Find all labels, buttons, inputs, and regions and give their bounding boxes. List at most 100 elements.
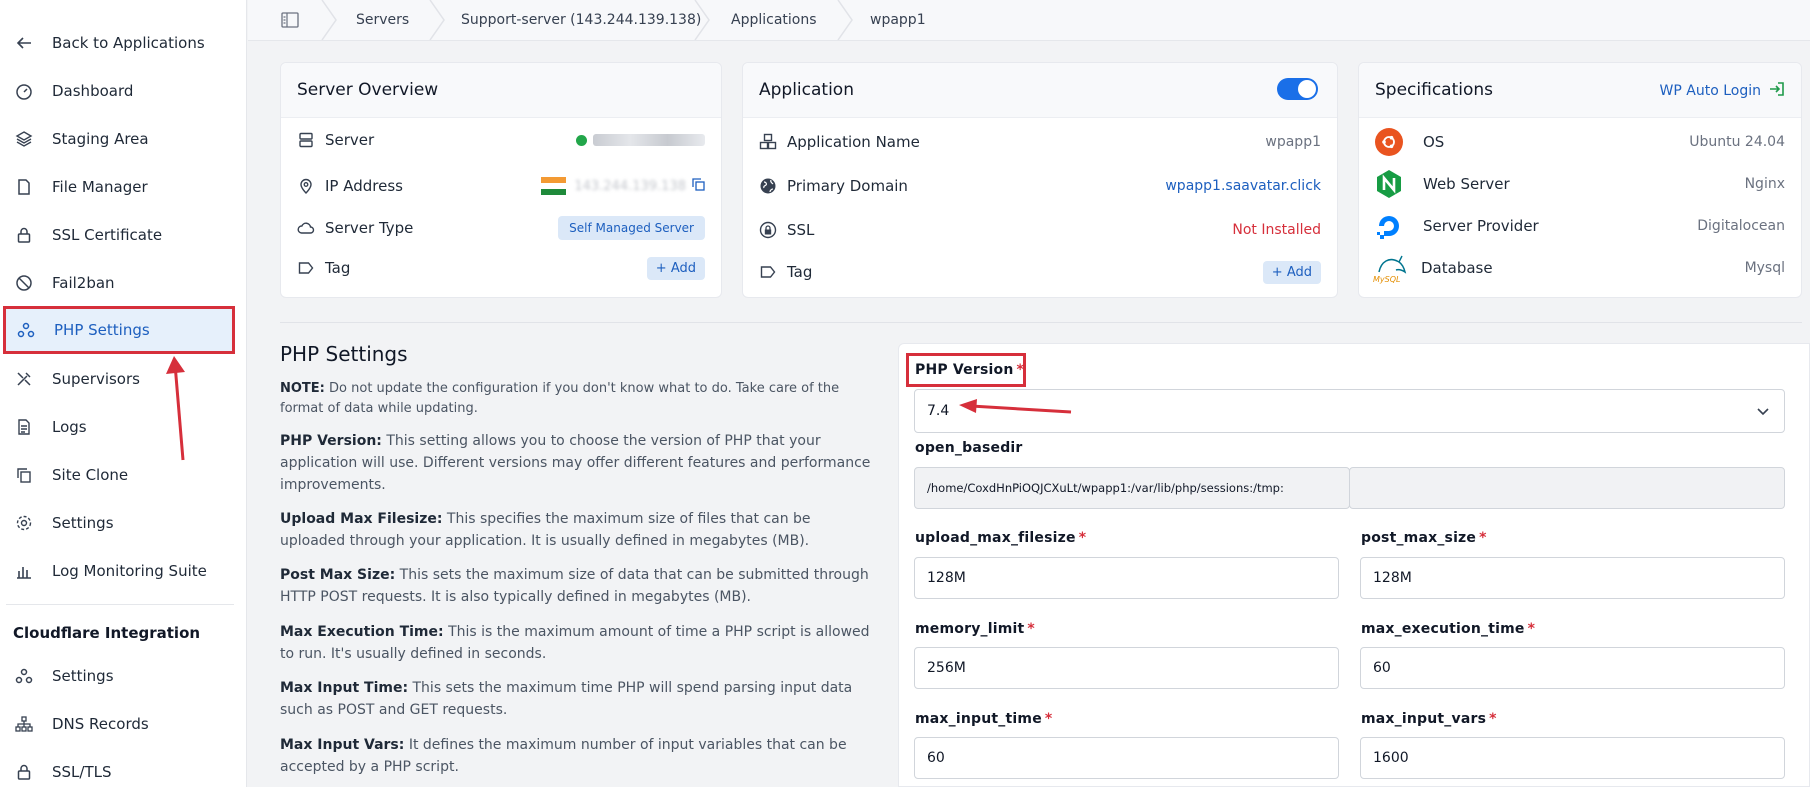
card-header: Specifications WP Auto Login [1359,63,1801,118]
open-basedir-input[interactable]: /home/CoxdHnPiOQJCXuLt/wpapp1:/var/lib/p… [914,467,1350,509]
max-execution-time-input[interactable]: 60 [1360,647,1785,689]
desc-head: Max Execution Time: [280,624,444,640]
cubes-icon [759,133,777,151]
lock-icon [14,225,34,245]
ssl-label: SSL [787,221,815,239]
add-tag-button[interactable]: + Add [646,256,705,280]
sidebar-item-log-monitoring[interactable]: Log Monitoring Suite [6,550,234,592]
specifications-card: Specifications WP Auto Login OS Ubuntu 2… [1358,62,1802,298]
sidebar-item-fail2ban[interactable]: Fail2ban [6,262,234,304]
desc-head: Max Input Vars: [280,737,405,753]
input-value: 60 [1373,660,1391,676]
desc-head: Post Max Size: [280,567,396,583]
sidebar-item-label: Fail2ban [52,274,115,292]
annotation-arrow [166,356,185,461]
tools-icon [14,369,34,389]
os-label: OS [1423,133,1445,151]
input-value: 128M [1373,570,1412,586]
sidebar-item-dns-records[interactable]: DNS Records [6,703,234,745]
open-basedir-label: open_basedir [915,440,1023,456]
php-settings-title: PHP Settings [280,342,408,366]
domain-label: Primary Domain [787,177,908,195]
tag-label: Tag [325,259,351,277]
database-row: MySQL Database Mysql [1373,252,1785,284]
sidebar-item-settings[interactable]: Settings [6,502,234,544]
breadcrumb-applications[interactable]: Applications [731,0,817,40]
sidebar-item-dashboard[interactable]: Dashboard [6,70,234,112]
breadcrumb-app[interactable]: wpapp1 [870,0,926,40]
ip-value-wrap: 143.244.139.138 [541,177,705,195]
open-basedir-value: /home/CoxdHnPiOQJCXuLt/wpapp1:/var/lib/p… [927,481,1284,495]
wp-auto-login-link[interactable]: WP Auto Login [1660,81,1785,101]
server-label: Server [325,131,375,149]
application-toggle[interactable] [1277,78,1318,100]
sidebar-item-label: Dashboard [52,82,134,100]
sidebar-item-back[interactable]: Back to Applications [6,22,234,64]
desc-head: Max Input Time: [280,680,409,696]
max-execution-time-label: max_execution_time * [1361,621,1536,637]
sidebar-item-cf-settings[interactable]: Settings [6,655,234,697]
server-type-badge: Self Managed Server [558,216,705,240]
card-header: Server Overview [281,63,721,118]
database-label: Database [1421,259,1493,277]
copy-icon[interactable] [692,177,705,195]
upload-max-filesize-label: upload_max_filesize * [915,530,1087,546]
input-value: 1600 [1373,750,1409,766]
ssl-status: Not Installed [1232,222,1321,238]
sidebar-item-label: Site Clone [52,466,129,484]
sidebar-item-php-settings[interactable]: PHP Settings [3,306,235,354]
mysql-icon: MySQL [1373,252,1407,284]
php-version-value: 7.4 [927,403,950,419]
arrow-left-icon [14,33,34,53]
sidebar-item-label: SSL Certificate [52,226,163,244]
breadcrumb-servers[interactable]: Servers [356,0,409,40]
server-value [576,134,705,146]
domain-link[interactable]: wpapp1.saavatar.click [1165,178,1321,194]
post-max-size-input[interactable]: 128M [1360,557,1785,599]
app-name-value: wpapp1 [1265,134,1321,150]
ip-value: 143.244.139.138 [574,178,686,194]
server-type-label: Server Type [325,219,414,237]
tag-icon [759,263,777,281]
breadcrumb-separator [837,0,853,40]
sidebar-item-staging[interactable]: Staging Area [6,118,234,160]
lock-icon [14,762,34,782]
upload-max-filesize-input[interactable]: 128M [914,557,1339,599]
desc-head: Upload Max Filesize: [280,511,443,527]
sidebar-item-label: PHP Settings [54,321,150,339]
breadcrumb-server[interactable]: Support-server (143.244.139.138) [461,0,701,40]
location-pin-icon [297,177,315,195]
max-input-vars-input[interactable]: 1600 [1360,737,1785,779]
gear-icon [14,513,34,533]
sidebar-item-ssl[interactable]: SSL Certificate [6,214,234,256]
document-icon [14,417,34,437]
sidebar-item-label: Staging Area [52,130,149,148]
nginx-icon [1375,169,1403,199]
chevron-down-icon [1756,405,1770,421]
card-title: Server Overview [297,80,439,100]
post-max-size-label: post_max_size * [1361,530,1487,546]
sidebar-toggle-icon[interactable] [281,12,299,32]
os-value: Ubuntu 24.04 [1689,134,1785,150]
ip-label: IP Address [325,177,403,195]
layers-icon [14,129,34,149]
max-input-time-input[interactable]: 60 [914,737,1339,779]
input-value: 60 [927,750,945,766]
sidebar-item-label: DNS Records [52,715,149,733]
tag-icon [297,259,315,277]
sidebar-item-file-manager[interactable]: File Manager [6,166,234,208]
memory-limit-input[interactable]: 256M [914,647,1339,689]
tag-label: Tag [787,263,813,281]
note-body: Do not update the configuration if you d… [280,381,840,416]
card-header: Application [743,63,1337,118]
database-value: Mysql [1744,260,1785,276]
sidebar-item-ssl-tls[interactable]: SSL/TLS [6,751,234,787]
php-note: NOTE: Do not update the configuration if… [280,379,880,419]
app-tag-row: Tag + Add [759,257,1321,287]
section-divider [280,322,1802,323]
memory-limit-label: memory_limit * [915,621,1035,637]
add-tag-button[interactable]: + Add [1262,260,1321,284]
max-input-time-label: max_input_time * [915,711,1053,727]
sidebar-item-label: File Manager [52,178,148,196]
open-basedir-extra-input[interactable] [1349,467,1785,509]
